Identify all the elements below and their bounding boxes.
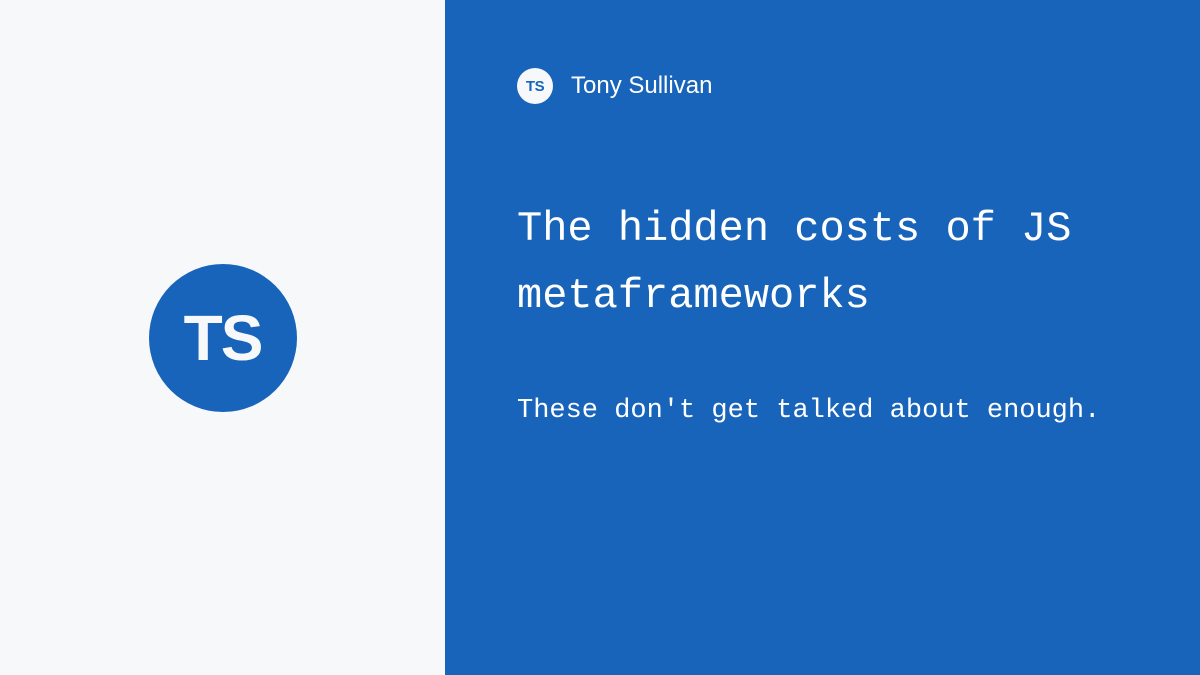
logo-badge-large: TS [149,264,297,412]
logo-initials: TS [184,301,262,375]
author-name: Tony Sullivan [571,72,712,100]
logo-badge-small: TS [517,68,553,104]
logo-initials-small: TS [526,78,544,95]
article-subtitle: These don't get talked about enough. [517,388,1128,435]
article-title: The hidden costs of JS metaframeworks [517,196,1128,330]
author-row: TS Tony Sullivan [517,68,1128,104]
left-panel: TS [0,0,445,675]
right-panel: TS Tony Sullivan The hidden costs of JS … [445,0,1200,675]
